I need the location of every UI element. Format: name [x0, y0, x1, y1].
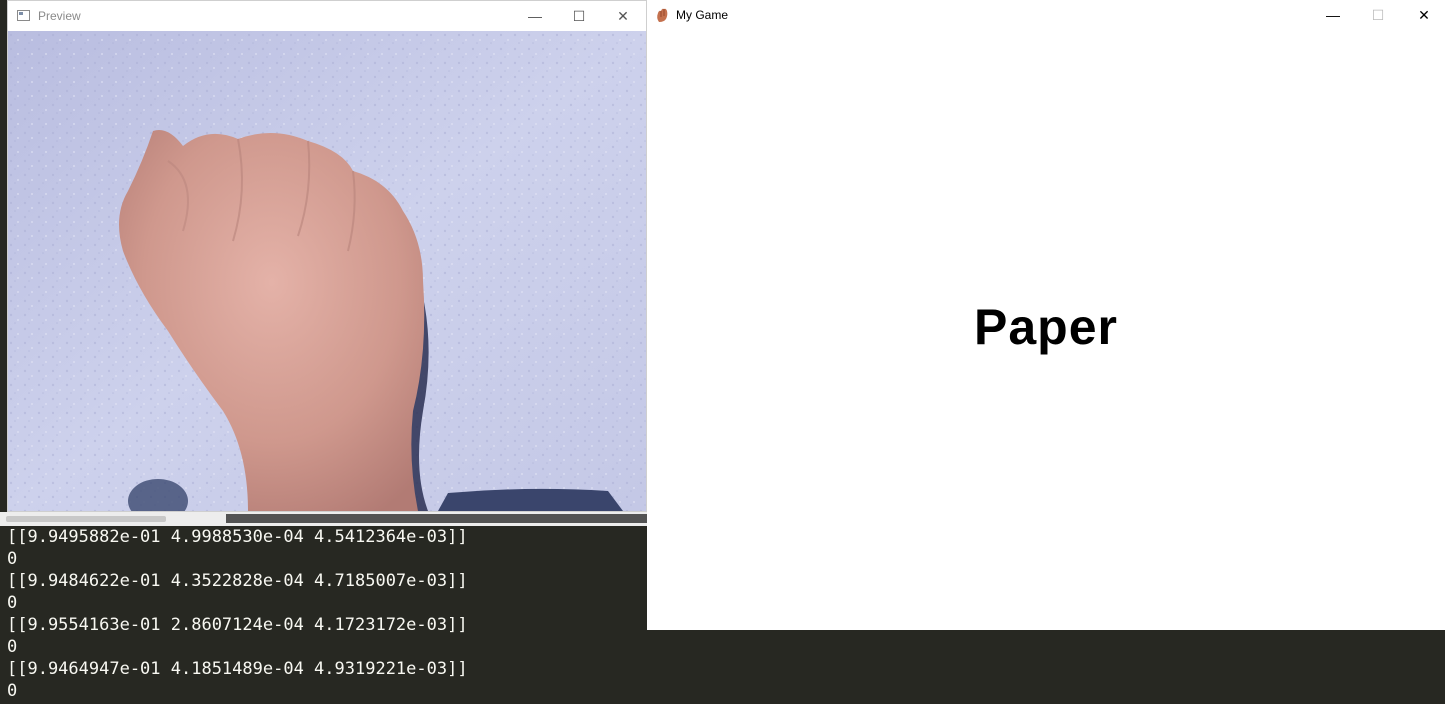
terminal-line: [[9.9495882e-01 4.9988530e-04 4.5412364e… — [7, 527, 468, 547]
terminal-line: 0 — [7, 593, 18, 613]
window-title: My Game — [676, 8, 729, 22]
scrollbar-track[interactable] — [226, 514, 647, 523]
maximize-button[interactable]: ☐ — [1355, 0, 1401, 30]
horizontal-scrollbar[interactable] — [0, 512, 647, 526]
scrollbar-thumb[interactable] — [6, 516, 166, 522]
close-button[interactable]: ✕ — [600, 1, 646, 31]
maximize-icon: ☐ — [1371, 6, 1385, 23]
minimize-button[interactable]: — — [512, 1, 558, 31]
terminal-line: 0 — [7, 681, 18, 701]
terminal-line: 0 — [7, 637, 18, 657]
minimize-button[interactable]: — — [1310, 0, 1356, 30]
minimize-icon: — — [528, 8, 542, 24]
terminal-line: [[9.9484622e-01 4.3522828e-04 4.7185007e… — [7, 571, 468, 591]
game-window[interactable]: My Game — ☐ ✕ Paper — [647, 0, 1445, 630]
close-icon: ✕ — [1418, 6, 1430, 23]
close-icon: ✕ — [617, 7, 629, 24]
terminal-line: 0 — [7, 549, 18, 569]
game-titlebar[interactable]: My Game — ☐ ✕ — [647, 0, 1445, 30]
window-app-icon — [17, 10, 30, 21]
terminal-line: [[9.9464947e-01 4.1851489e-04 4.9319221e… — [7, 659, 468, 679]
webcam-frame — [8, 31, 646, 511]
maximize-icon: ☐ — [572, 7, 586, 24]
prediction-label: Paper — [974, 299, 1118, 355]
preview-window[interactable]: Preview — ☐ ✕ — [7, 0, 647, 512]
hand-icon — [657, 8, 668, 22]
maximize-button[interactable]: ☐ — [556, 1, 602, 31]
window-title: Preview — [38, 9, 81, 23]
minimize-icon: — — [1326, 7, 1340, 23]
close-button[interactable]: ✕ — [1401, 0, 1445, 30]
terminal-line: [[9.9554163e-01 2.8607124e-04 4.1723172e… — [7, 615, 468, 635]
preview-titlebar[interactable]: Preview — ☐ ✕ — [8, 1, 646, 31]
webcam-image — [8, 31, 646, 511]
